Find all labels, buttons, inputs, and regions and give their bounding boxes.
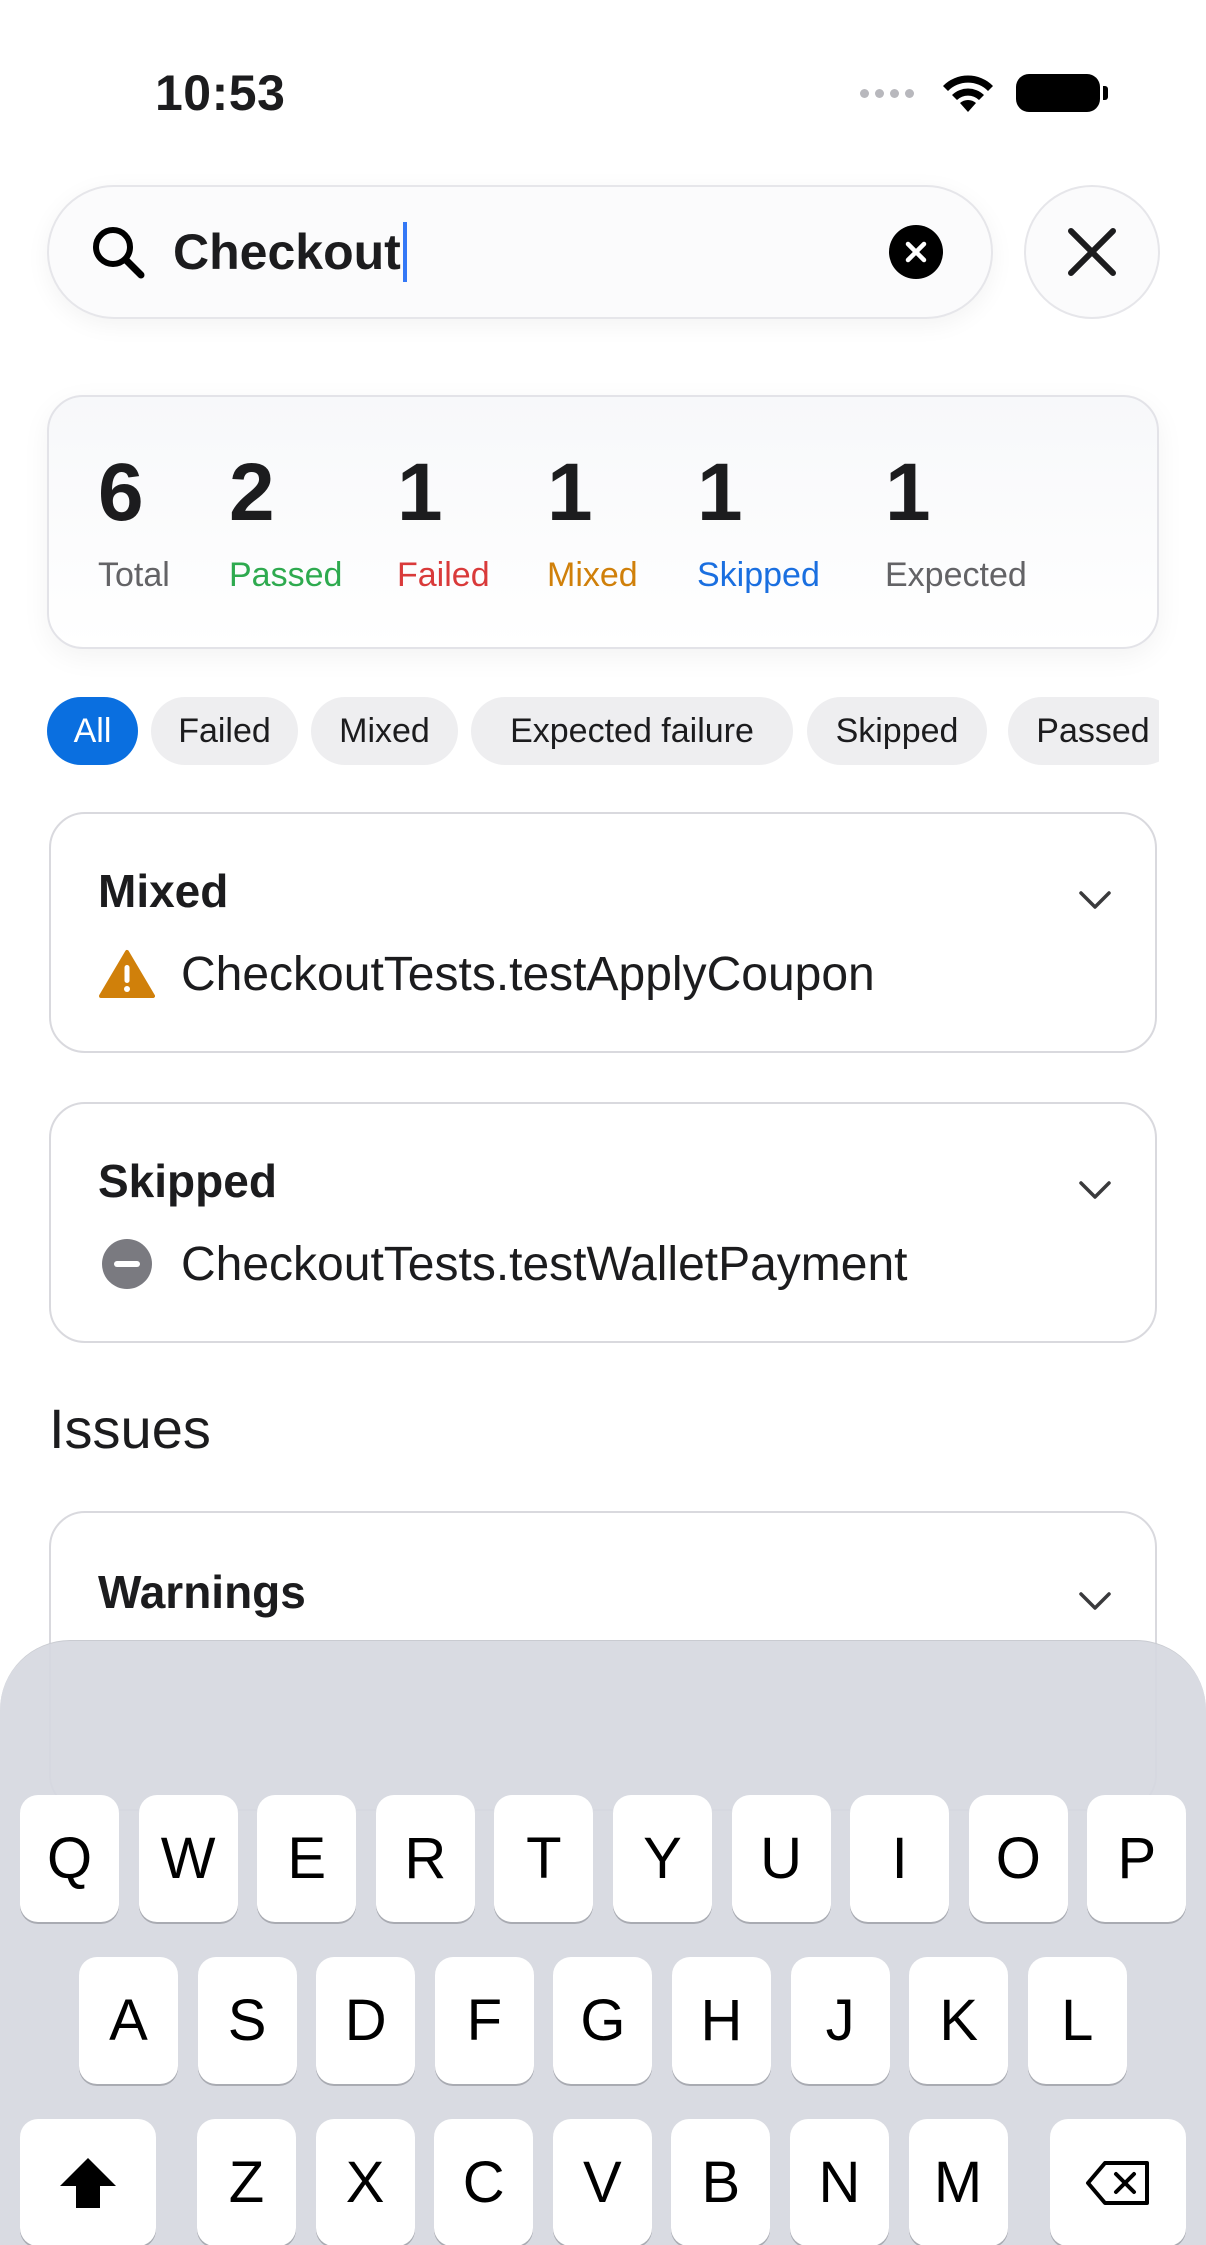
stat-total: 6 Total	[98, 452, 170, 595]
chevron-down-icon[interactable]	[1077, 882, 1113, 918]
test-row[interactable]: CheckoutTests.testWalletPayment	[99, 1236, 908, 1292]
key-o[interactable]: O	[968, 1795, 1068, 1922]
stat-value: 2	[229, 447, 275, 538]
shift-icon	[60, 2157, 116, 2208]
warning-icon	[99, 946, 155, 1002]
key-h[interactable]: H	[672, 1957, 771, 2084]
stat-value: 1	[697, 447, 743, 538]
result-group-skipped[interactable]: Skipped CheckoutTests.testWalletPayment	[49, 1102, 1157, 1343]
stat-skipped: 1 Skipped	[697, 452, 820, 595]
filter-chips: All Failed Mixed Expected failure Skippe…	[47, 697, 1159, 765]
keyboard: QWERTYUIOP ASDFGHJKL ZXCVBNM	[0, 1640, 1206, 2245]
close-search-button[interactable]	[1024, 185, 1160, 319]
chevron-down-icon[interactable]	[1077, 1583, 1113, 1619]
filter-chip-expected-failure[interactable]: Expected failure	[471, 697, 793, 765]
stat-passed: 2 Passed	[229, 452, 342, 595]
key-z[interactable]: Z	[197, 2119, 296, 2245]
group-title: Warnings	[98, 1566, 306, 1618]
search-input[interactable]: Checkout	[173, 222, 889, 282]
key-c[interactable]: C	[434, 2119, 534, 2245]
stat-label: Skipped	[697, 556, 820, 594]
stat-label: Failed	[397, 556, 490, 594]
key-v[interactable]: V	[552, 2119, 652, 2245]
key-a[interactable]: A	[79, 1957, 178, 2084]
key-t[interactable]: T	[494, 1795, 594, 1922]
search-bar[interactable]: Checkout	[47, 185, 993, 319]
key-f[interactable]: F	[434, 1957, 534, 2084]
shift-key[interactable]	[20, 2119, 156, 2245]
summary-card: 6 Total 2 Passed 1 Failed 1 Mixed 1 Skip…	[47, 395, 1159, 649]
group-title: Mixed	[98, 865, 229, 917]
stat-mixed: 1 Mixed	[547, 452, 638, 595]
filter-chip-skipped[interactable]: Skipped	[807, 697, 987, 765]
stat-label: Mixed	[547, 556, 638, 594]
stat-failed: 1 Failed	[397, 452, 490, 595]
key-r[interactable]: R	[375, 1795, 475, 1922]
backspace-icon	[1086, 2160, 1149, 2205]
key-n[interactable]: N	[790, 2119, 889, 2245]
key-j[interactable]: J	[790, 1957, 890, 2084]
key-p[interactable]: P	[1087, 1795, 1187, 1922]
clear-search-button[interactable]	[889, 225, 943, 279]
group-title: Skipped	[98, 1155, 277, 1207]
test-name: CheckoutTests.testWalletPayment	[181, 1237, 908, 1291]
stat-value: 6	[98, 447, 144, 538]
stat-value: 1	[885, 447, 931, 538]
key-b[interactable]: B	[671, 2119, 771, 2245]
wifi-icon	[943, 75, 993, 112]
filter-chip-failed[interactable]: Failed	[151, 697, 298, 765]
key-y[interactable]: Y	[613, 1795, 712, 1922]
stat-value: 1	[397, 447, 443, 538]
stat-expected: 1 Expected	[885, 452, 1027, 595]
status-icons	[860, 72, 1108, 114]
test-row[interactable]: CheckoutTests.testApplyCoupon	[99, 946, 875, 1002]
filter-chip-all[interactable]: All	[47, 697, 138, 765]
status-time: 10:53	[155, 65, 286, 121]
battery-icon	[1016, 74, 1108, 112]
clear-icon	[905, 241, 927, 263]
filter-chip-mixed[interactable]: Mixed	[311, 697, 458, 765]
filter-chip-passed[interactable]: Passed	[1008, 697, 1159, 765]
key-e[interactable]: E	[257, 1795, 357, 1922]
key-m[interactable]: M	[908, 2119, 1008, 2245]
key-q[interactable]: Q	[20, 1795, 119, 1922]
key-w[interactable]: W	[138, 1795, 238, 1922]
key-l[interactable]: L	[1027, 1957, 1127, 2084]
stat-label: Total	[98, 556, 170, 594]
skipped-icon	[99, 1236, 155, 1292]
issues-heading: Issues	[49, 1397, 211, 1460]
stat-label: Expected	[885, 556, 1027, 594]
key-u[interactable]: U	[731, 1795, 831, 1922]
key-s[interactable]: S	[197, 1957, 297, 2084]
cellular-signal-icon	[860, 88, 914, 98]
stat-value: 1	[547, 447, 593, 538]
search-input-value: Checkout	[173, 224, 401, 280]
text-caret	[402, 222, 407, 282]
chevron-down-icon[interactable]	[1077, 1172, 1113, 1208]
test-name: CheckoutTests.testApplyCoupon	[181, 947, 875, 1001]
key-i[interactable]: I	[850, 1795, 950, 1922]
search-icon	[93, 227, 145, 279]
stat-label: Passed	[229, 556, 343, 594]
key-d[interactable]: D	[316, 1957, 416, 2084]
key-x[interactable]: X	[315, 2119, 415, 2245]
key-g[interactable]: G	[553, 1957, 653, 2084]
close-icon	[1068, 228, 1116, 276]
key-k[interactable]: K	[909, 1957, 1009, 2084]
delete-key[interactable]	[1050, 2119, 1186, 2245]
result-group-mixed[interactable]: Mixed CheckoutTests.testApplyCoupon	[49, 812, 1157, 1053]
